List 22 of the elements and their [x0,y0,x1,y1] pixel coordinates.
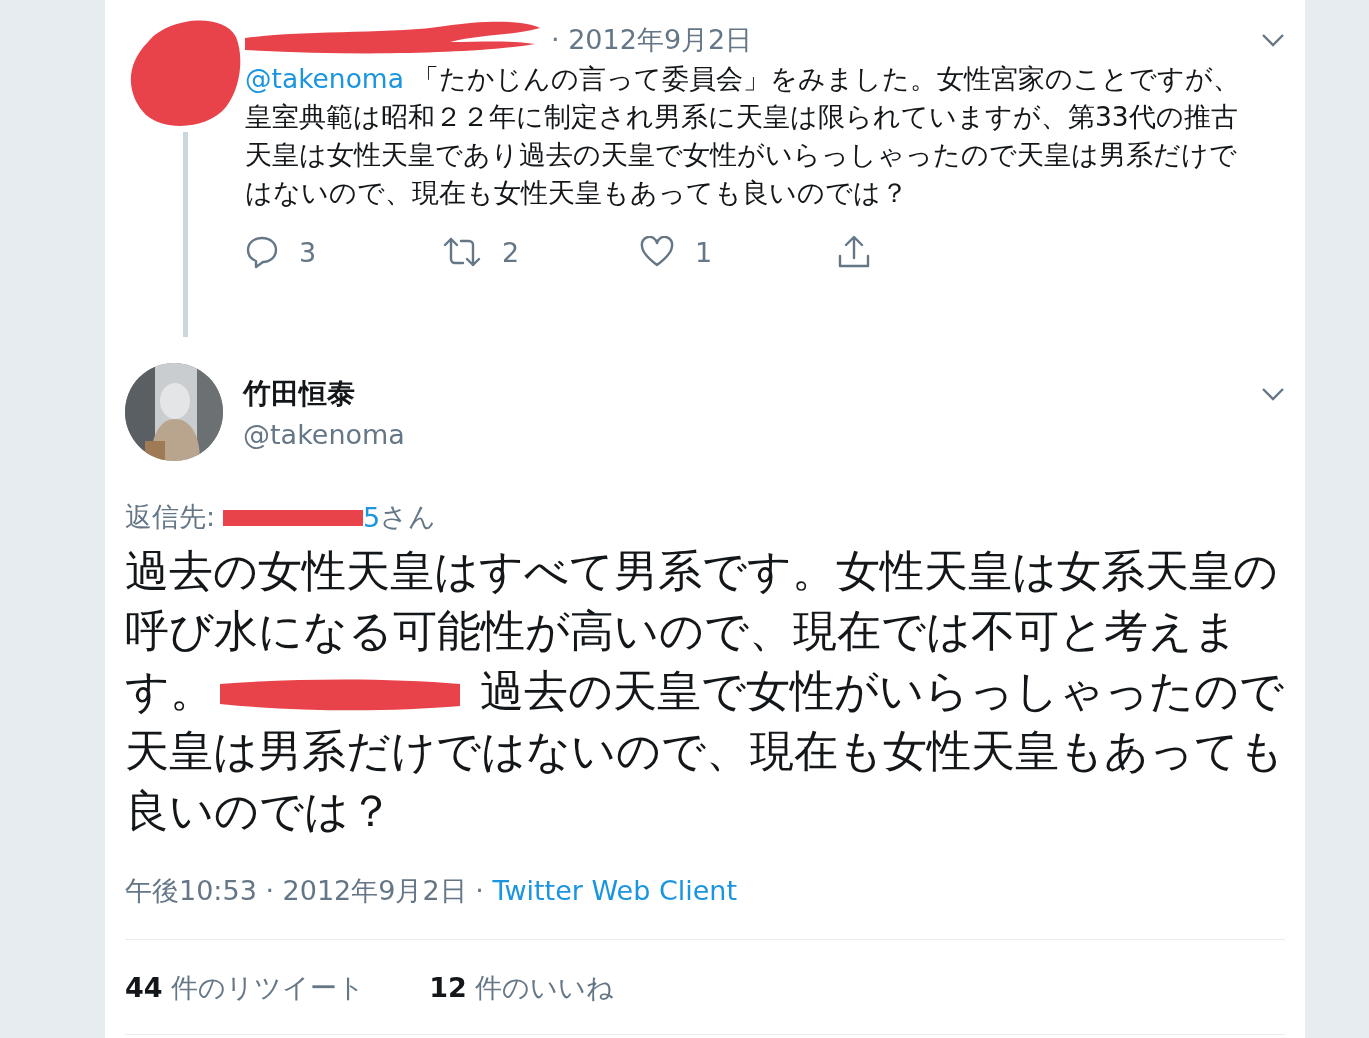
reply-suffix: さん [380,500,437,534]
reply-count: 3 [299,236,317,268]
retweet-count: 2 [502,236,520,268]
user-handle: @takenoma [243,418,406,450]
like-count: 1 [695,236,713,268]
tweet-text: 過去の女性天皇はすべて男系です。女性天皇は女系天皇の呼び水になる可能性が高いので、現在では不可と考えます。 過去の天皇で女性がいらっしゃったので天皇は男系だけではないので、現在も女性天皇もあっても良いのでは？ [125,544,1285,838]
caret-icon[interactable] [1261,386,1285,401]
retweet-icon[interactable] [442,236,482,268]
stat-count[interactable]: 12 件のいいね [429,970,615,1006]
reply-icon[interactable] [245,235,279,269]
mention-link[interactable]: 5 [363,501,381,533]
mention-link[interactable]: @takenoma [245,63,404,94]
caret-icon[interactable] [1261,33,1285,47]
tweet-time: 午後10:53 · 2012年9月2日 · [125,875,485,906]
tweet-text: @takenoma 「たかじんの言って委員会」をみました。女性宮家のことですが、皇室典範は昭和２２年に制定され男系に天皇は限られていますが、第33代の推古天皇は女性天皇であり過去の天皇で女性がいらっしゃったので天皇は男系だけではないので、現在も女性天皇もあっても良いのでは？ [245,62,1242,210]
stat-count[interactable]: 44 件のリツイート [125,970,366,1006]
source-link[interactable]: Twitter Web Client [492,875,738,906]
share-icon[interactable] [836,234,872,270]
heart-icon[interactable] [639,236,675,268]
reply-label: 返信先: [125,500,216,534]
tweet-date: · 2012年9月2日 [551,23,753,57]
user-name: 竹田恒泰 [243,375,355,412]
